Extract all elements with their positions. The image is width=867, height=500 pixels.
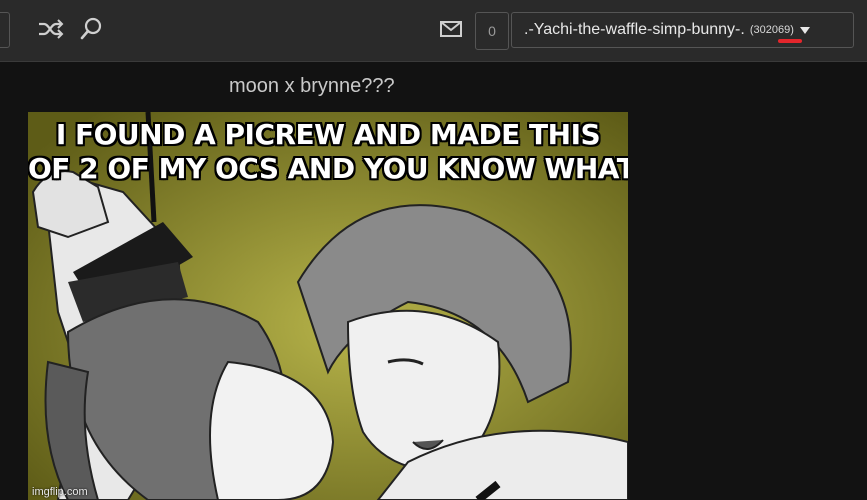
mail-icon	[440, 21, 462, 37]
imgflip-watermark: imgflip.com	[32, 486, 88, 498]
notification-count[interactable]: 0	[475, 12, 509, 50]
search-icon	[80, 17, 102, 40]
shuffle-button[interactable]	[36, 14, 66, 44]
username: .-Yachi-the-waffle-simp-bunny-.	[524, 21, 745, 38]
post-title: moon x brynne???	[229, 75, 395, 97]
user-points: (302069)	[749, 24, 802, 43]
top-navigation-bar: 0 .-Yachi-the-waffle-simp-bunny-. (30206…	[0, 0, 867, 62]
meme-caption: I FOUND A PICREW AND MADE THIS OF 2 OF M…	[28, 118, 628, 186]
user-points-text: (302069)	[749, 24, 794, 36]
shuffle-icon	[39, 19, 64, 39]
user-menu-button[interactable]: .-Yachi-the-waffle-simp-bunny-. (302069)	[511, 12, 854, 48]
search-button[interactable]	[76, 14, 106, 44]
red-underline-annotation	[777, 39, 802, 43]
messages-button[interactable]	[436, 14, 466, 44]
meme-image[interactable]: I FOUND A PICREW AND MADE THIS OF 2 OF M…	[28, 112, 628, 500]
meme-caption-line-1: I FOUND A PICREW AND MADE THIS	[55, 118, 601, 151]
chevron-down-icon	[799, 26, 810, 34]
meme-caption-line-2: OF 2 OF MY OCS AND YOU KNOW WHAT?	[28, 152, 628, 185]
menu-button[interactable]	[0, 12, 10, 48]
